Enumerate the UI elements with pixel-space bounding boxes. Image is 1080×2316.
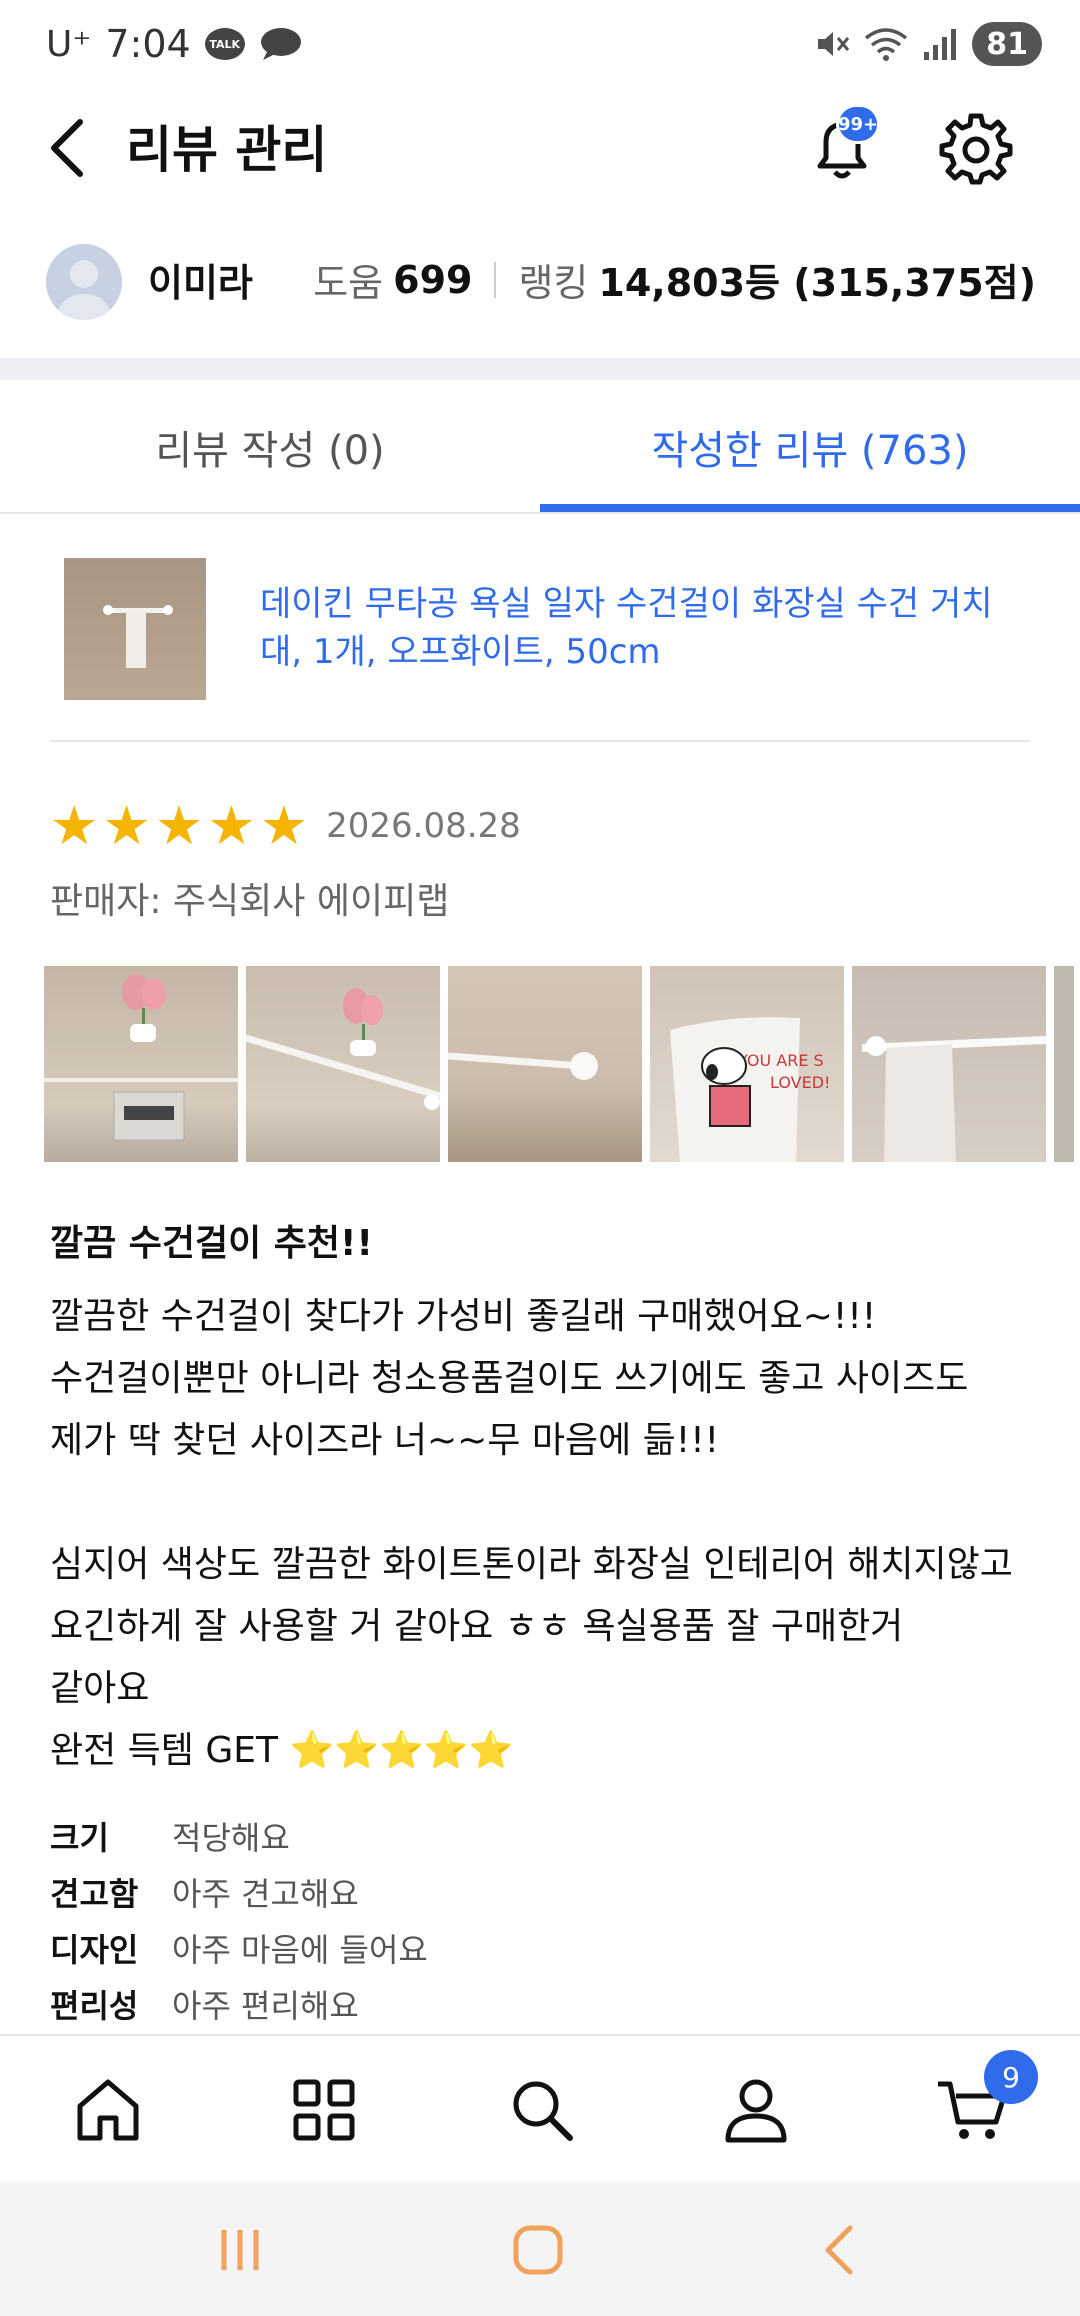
active-tab-indicator	[540, 504, 1080, 512]
ranking-value: 14,803등 (315,375점)	[598, 261, 1036, 305]
notification-badge: 99+	[836, 104, 880, 144]
attribute-value: 아주 편리해요	[172, 1987, 359, 2025]
review-photo[interactable]	[1054, 966, 1074, 1162]
star-icon: ★	[102, 794, 151, 857]
tab-write-review[interactable]: 리뷰 작성 (0)	[0, 380, 540, 514]
talk-icon: TALK	[204, 28, 245, 60]
review-photo[interactable]	[246, 966, 440, 1162]
status-right: 81	[814, 22, 1042, 66]
back-icon[interactable]	[44, 116, 92, 180]
wifi-icon	[864, 26, 908, 62]
star-icon: ★	[259, 794, 309, 857]
star-rating: ★ ★ ★ ★ ★	[50, 798, 308, 854]
avatar	[46, 244, 122, 320]
attribute-row: 견고함 아주 견고해요	[50, 1864, 1030, 1920]
attribute-value: 아주 마음에 들어요	[172, 1931, 428, 1969]
attribute-key: 편리성	[50, 1987, 139, 2025]
attribute-key: 크기	[50, 1819, 109, 1857]
rating-row: ★ ★ ★ ★ ★ 2026.08.28	[50, 798, 521, 854]
recent-apps-icon[interactable]	[210, 2220, 270, 2280]
attribute-row: 편리성 아주 편리해요	[50, 1976, 1030, 2032]
review-body-line: 같아요	[50, 1668, 150, 1709]
product-thumbnail[interactable]	[64, 558, 206, 700]
review-body: 깔끔한 수건걸이 찾다가 가성비 좋길래 구매했어요~!!! 수건걸이뿐만 아니…	[50, 1286, 1040, 1782]
status-time: 7:04	[105, 22, 191, 66]
attribute-value: 아주 견고해요	[172, 1875, 359, 1913]
review-body-line: 깔끔한 수건걸이 찾다가 가성비 좋길래 구매했어요~!!!	[50, 1296, 877, 1337]
review-body-line: 심지어 색상도 깔끔한 화이트톤이라 화장실 인테리어 해치지않고	[50, 1544, 1013, 1585]
product-name-link[interactable]: 데이킨 무타공 욕실 일자 수건걸이 화장실 수건 거치대, 1개, 오프화이트…	[260, 580, 1020, 676]
attribute-row: 디자인 아주 마음에 들어요	[50, 1920, 1030, 1976]
help-label: 도움	[313, 261, 384, 305]
back-button-icon[interactable]	[810, 2220, 870, 2280]
cart-badge: 9	[984, 2050, 1038, 2104]
svg-text:LOVED!: LOVED!	[770, 1073, 830, 1092]
battery-indicator: 81	[972, 22, 1042, 66]
star-icon: ★	[154, 794, 204, 857]
review-photos: YOU ARE S LOVED!	[44, 966, 1074, 1162]
tab-written-reviews[interactable]: 작성한 리뷰 (763)	[540, 380, 1080, 514]
account-icon[interactable]	[718, 2072, 794, 2148]
review-body-line: 제가 딱 찾던 사이즈라 너~~무 마음에 듦!!!	[50, 1420, 720, 1461]
page-title: 리뷰 관리	[126, 121, 328, 179]
carrier-label: U⁺	[46, 23, 92, 65]
settings-gear-icon[interactable]	[936, 108, 1016, 188]
category-icon[interactable]	[286, 2072, 362, 2148]
stat-divider	[494, 261, 497, 298]
star-icon: ★	[50, 794, 99, 857]
attribute-value: 적당해요	[172, 1819, 290, 1857]
review-title: 깔끔 수건걸이 추천!!	[50, 1223, 373, 1264]
review-tabs: 리뷰 작성 (0) 작성한 리뷰 (763)	[0, 380, 1080, 514]
attribute-key: 디자인	[50, 1931, 139, 1969]
profile-summary: 이미라 도움 699 랭킹 14,803등 (315,375점)	[0, 230, 1080, 358]
review-photo[interactable]	[44, 966, 238, 1162]
help-value: 699	[393, 257, 473, 302]
seller-name: 판매자: 주식회사 에이피랩	[50, 881, 450, 922]
product-card[interactable]: 데이킨 무타공 욕실 일자 수건걸이 화장실 수건 거치대, 1개, 오프화이트…	[50, 540, 1030, 742]
review-body-line	[50, 1472, 1040, 1534]
review-body-line: 수건걸이뿐만 아니라 청소용품걸이도 쓰기에도 좋고 사이즈도	[50, 1358, 969, 1399]
status-left: U⁺ 7:04 TALK	[46, 22, 303, 66]
section-divider	[0, 358, 1080, 380]
ranking-label: 랭킹	[518, 261, 589, 305]
attribute-row: 크기 적당해요	[50, 1808, 1030, 1864]
bottom-nav	[0, 2034, 1080, 2182]
review-date: 2026.08.28	[326, 806, 521, 846]
mute-icon	[814, 26, 850, 62]
search-icon[interactable]	[504, 2072, 580, 2148]
header: 리뷰 관리 99+	[0, 90, 1080, 230]
chat-icon	[259, 26, 303, 62]
review-body-line: 완전 득템 GET ⭐⭐⭐⭐⭐	[50, 1730, 514, 1771]
review-photo[interactable]: YOU ARE S LOVED!	[650, 966, 844, 1162]
attribute-key: 견고함	[50, 1875, 139, 1913]
svg-text:YOU ARE S: YOU ARE S	[737, 1051, 824, 1070]
home-button-icon[interactable]	[508, 2220, 568, 2280]
user-stats: 도움 699 랭킹 14,803등 (315,375점)	[313, 252, 1036, 307]
star-icon: ★	[207, 794, 256, 857]
review-photo[interactable]	[852, 966, 1046, 1162]
home-icon[interactable]	[70, 2072, 146, 2148]
system-nav-bar	[0, 2182, 1080, 2316]
review-attributes: 크기 적당해요 견고함 아주 견고해요 디자인 아주 마음에 들어요 편리성 아…	[50, 1808, 1030, 2032]
user-name: 이미라	[148, 261, 253, 305]
status-bar: U⁺ 7:04 TALK 81	[0, 0, 1080, 90]
review-photo[interactable]	[448, 966, 642, 1162]
review-body-line: 요긴하게 잘 사용할 거 같아요 ㅎㅎ 욕실용품 잘 구매한거	[50, 1606, 904, 1647]
signal-icon	[922, 26, 958, 62]
